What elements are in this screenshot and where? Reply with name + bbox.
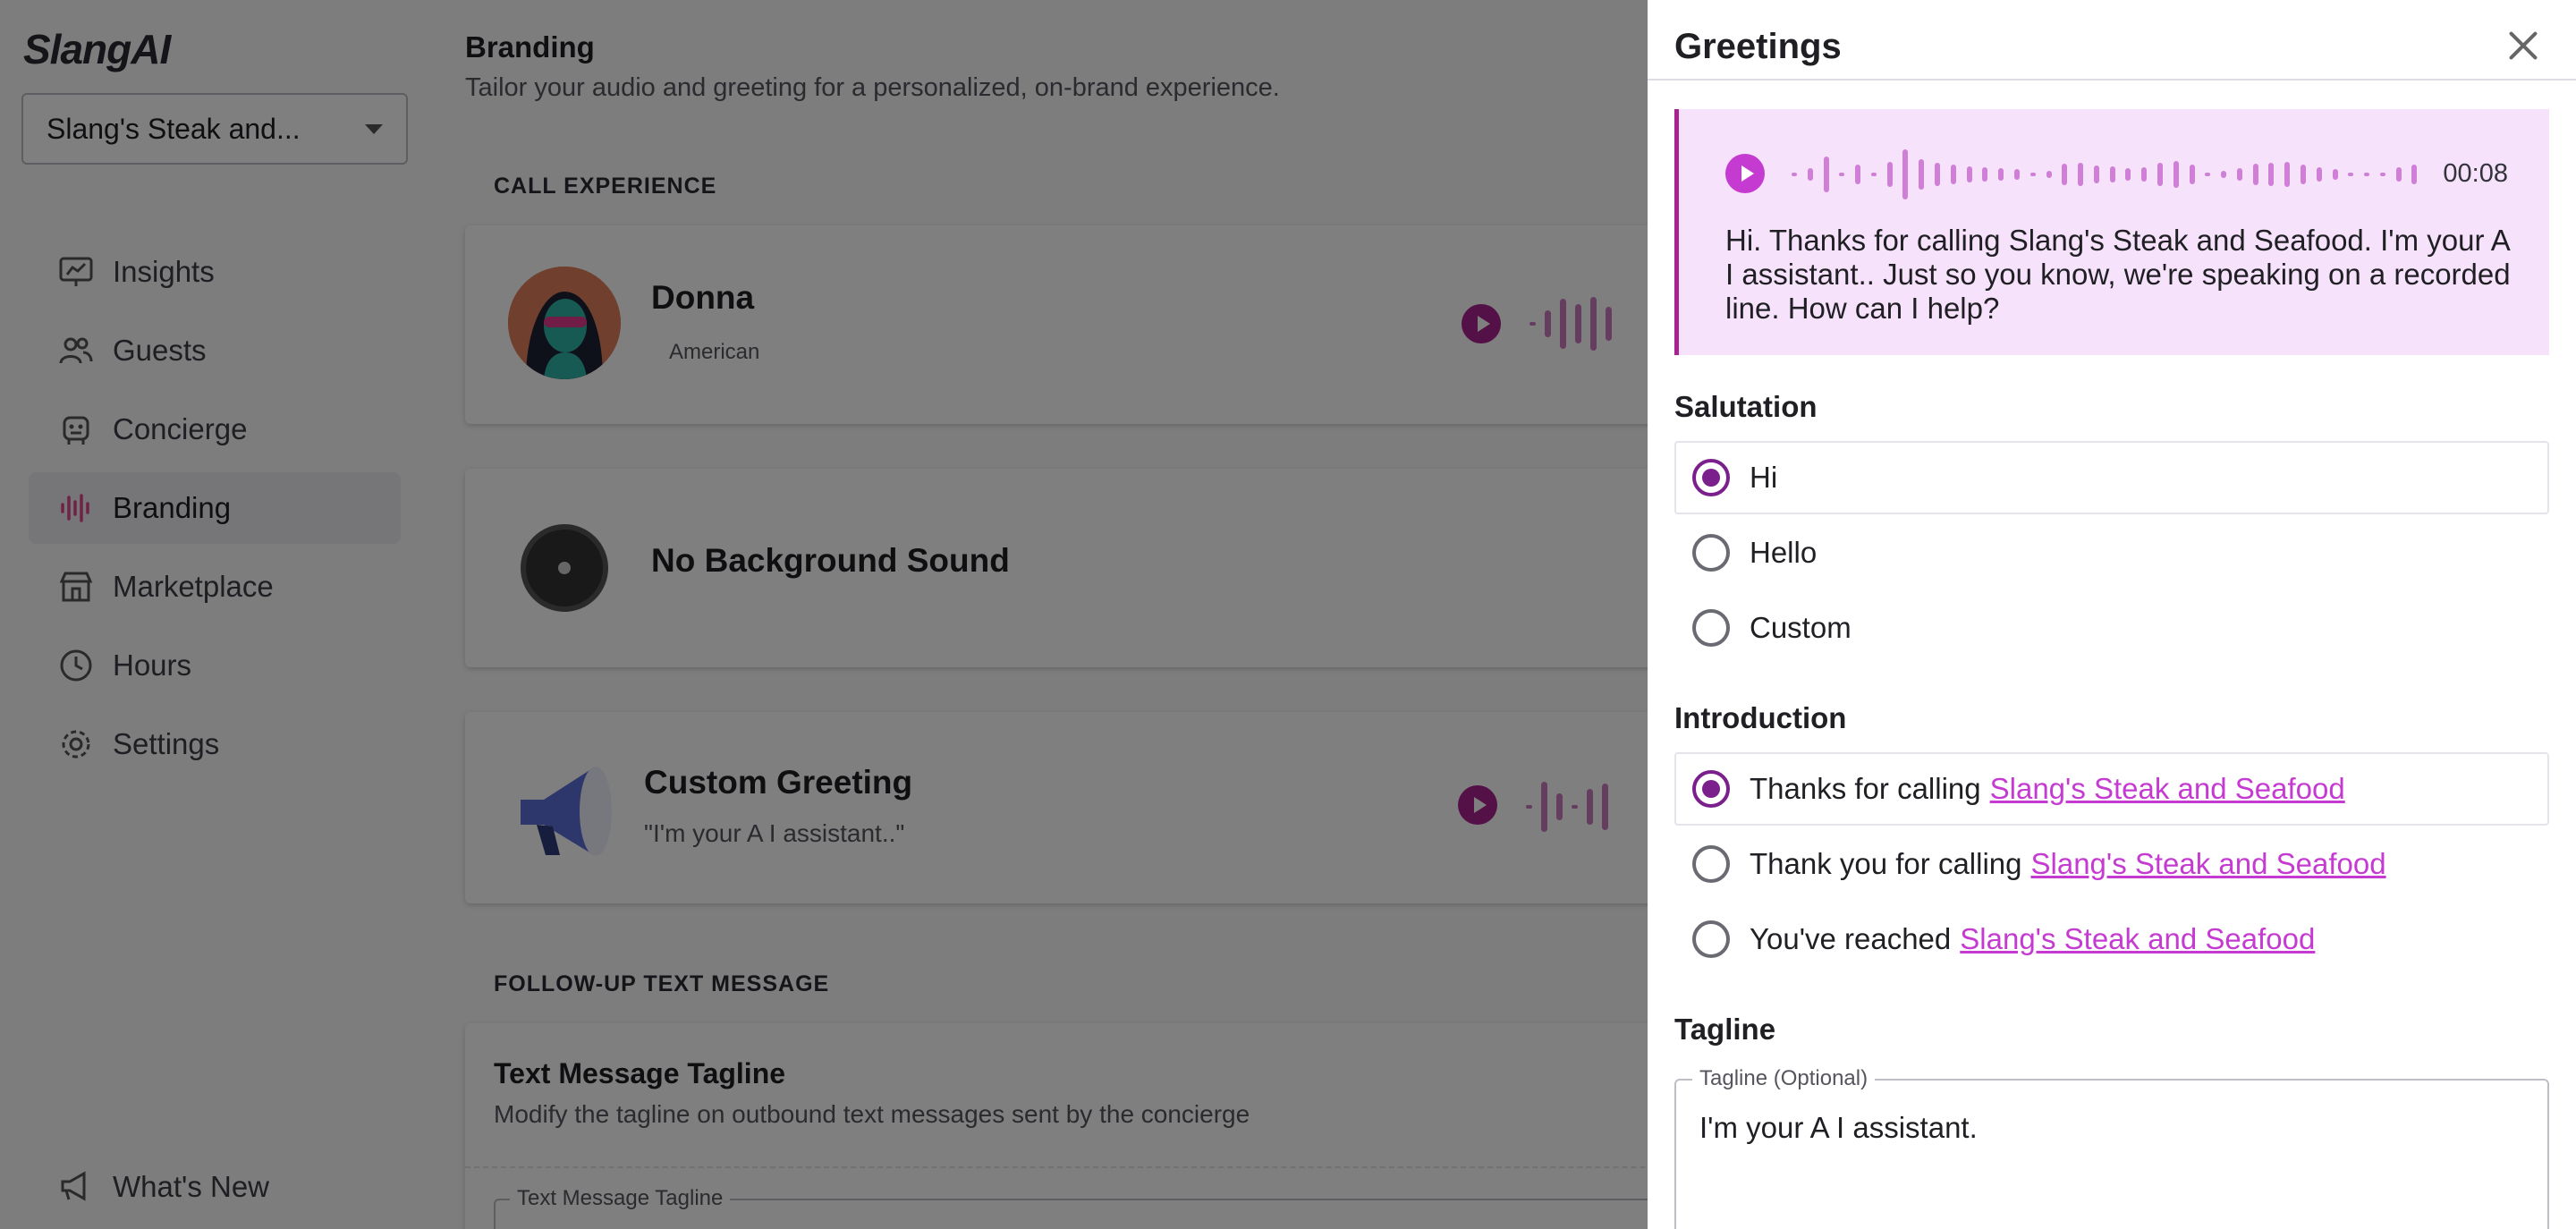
waveform-bar xyxy=(2348,173,2354,176)
option-label: Thanks for calling xyxy=(1750,772,1981,805)
tagline-legend: Tagline (Optional) xyxy=(1692,1066,1876,1091)
option-label: Hi xyxy=(1750,461,1778,494)
waveform-bar xyxy=(2236,168,2242,181)
waveform-bar xyxy=(2109,166,2115,182)
introduction-option-thanks[interactable]: Thanks for calling Slang's Steak and Sea… xyxy=(1674,752,2549,826)
waveform-bar xyxy=(2093,165,2099,183)
waveform-bar xyxy=(2141,167,2148,182)
waveform-bar xyxy=(2301,165,2306,184)
waveform-bar xyxy=(2268,163,2275,186)
waveform-bar xyxy=(2411,165,2418,184)
waveform xyxy=(1792,143,2418,206)
business-name-link[interactable]: Slang's Steak and Seafood xyxy=(2031,847,2386,881)
waveform-bar xyxy=(1982,167,1988,182)
tagline-title: Tagline xyxy=(1674,1013,1776,1046)
option-label: You've reached xyxy=(1750,922,1952,955)
waveform-bar xyxy=(2221,171,2227,178)
introduction-title: Introduction xyxy=(1674,701,1847,734)
waveform-bar xyxy=(2252,164,2258,185)
salutation-option-hi[interactable]: Hi xyxy=(1674,441,2549,514)
waveform-bar xyxy=(1886,162,1893,187)
waveform-bar xyxy=(2173,161,2179,188)
waveform-bar xyxy=(2284,162,2291,187)
waveform-bar xyxy=(2062,164,2068,185)
waveform-bar xyxy=(1935,163,1941,186)
play-icon[interactable] xyxy=(1725,154,1765,193)
waveform-bar xyxy=(1902,149,1909,199)
radio-checked[interactable] xyxy=(1692,770,1730,808)
radio-unchecked[interactable] xyxy=(1692,845,1730,883)
radio-unchecked[interactable] xyxy=(1692,920,1730,958)
radio-unchecked[interactable] xyxy=(1692,609,1730,647)
waveform-bar xyxy=(2316,167,2322,182)
waveform-bar xyxy=(1950,165,1956,184)
business-name-link[interactable]: Slang's Steak and Seafood xyxy=(1960,922,2315,956)
waveform-bar xyxy=(2125,168,2131,181)
waveform-bar xyxy=(1998,168,2004,181)
radio-unchecked[interactable] xyxy=(1692,534,1730,572)
waveform-bar xyxy=(2189,165,2195,184)
salutation-option-hello[interactable]: Hello xyxy=(1674,516,2549,589)
greeting-preview: 00:08 Hi. Thanks for calling Slang's Ste… xyxy=(1674,109,2549,355)
salutation-option-custom[interactable]: Custom xyxy=(1674,591,2549,665)
salutation-title: Salutation xyxy=(1674,390,1818,423)
drawer-title: Greetings xyxy=(1674,27,1842,66)
close-icon[interactable] xyxy=(2508,30,2538,61)
waveform-bar xyxy=(2078,163,2084,186)
greeting-script: Hi. Thanks for calling Slang's Steak and… xyxy=(1725,224,2511,325)
radio-checked[interactable] xyxy=(1692,459,1730,496)
waveform-bar xyxy=(1919,159,1925,190)
waveform-bar xyxy=(1807,168,1813,181)
waveform-bar xyxy=(2364,173,2370,176)
drawer-header: Greetings xyxy=(1648,0,2576,81)
waveform-bar xyxy=(1966,166,1972,182)
modal-backdrop[interactable] xyxy=(0,0,1648,1229)
waveform-bar xyxy=(2013,169,2020,180)
option-label: Hello xyxy=(1750,536,1818,569)
waveform-bar xyxy=(2395,167,2402,182)
option-label: Thank you for calling xyxy=(1750,847,2022,880)
waveform-bar xyxy=(1870,173,1877,176)
waveform-bar xyxy=(2157,163,2163,186)
waveform-bar xyxy=(2332,169,2338,180)
option-label: Custom xyxy=(1750,611,1852,644)
introduction-option-thank-you[interactable]: Thank you for calling Slang's Steak and … xyxy=(1674,827,2549,901)
waveform-bar xyxy=(1792,173,1797,176)
greetings-drawer: Greetings 00:08 Hi. Thanks for calling S… xyxy=(1648,0,2576,1229)
tagline-value: I'm your A I assistant. xyxy=(1699,1111,1978,1144)
introduction-option-reached[interactable]: You've reached Slang's Steak and Seafood xyxy=(1674,903,2549,976)
waveform-bar xyxy=(1823,157,1829,192)
waveform-bar xyxy=(2205,173,2211,176)
audio-duration: 00:08 xyxy=(2443,159,2508,188)
waveform-bar xyxy=(1839,173,1845,176)
waveform-bar xyxy=(2029,173,2036,176)
business-name-link[interactable]: Slang's Steak and Seafood xyxy=(1990,772,2345,806)
waveform-bar xyxy=(2379,173,2385,176)
tagline-input[interactable]: Tagline (Optional) I'm your A I assistan… xyxy=(1674,1066,2549,1229)
waveform-bar xyxy=(2046,171,2052,178)
waveform-bar xyxy=(1855,165,1861,184)
